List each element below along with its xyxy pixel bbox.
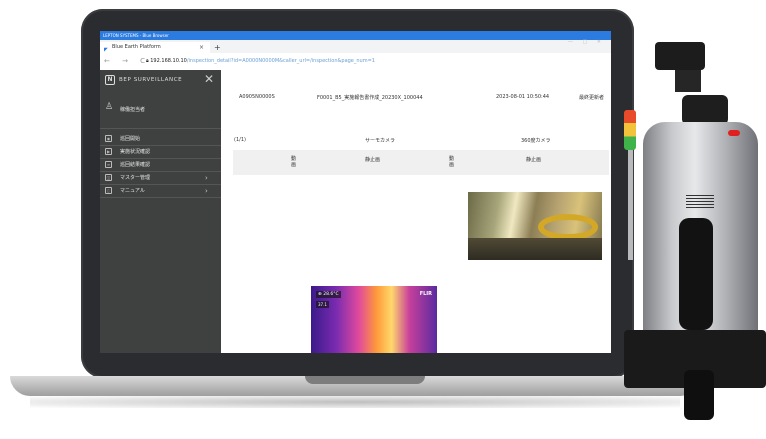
robot-camera-housing — [655, 42, 705, 70]
browser-title-bar: LEPTON SYSTEMS - Blue Browser — [100, 31, 611, 40]
record-id: A0905N0000S — [239, 94, 275, 100]
robot-front-panel — [679, 218, 713, 330]
robot-emergency-button — [728, 130, 740, 136]
thermal-temp-secondary: 37.1 — [316, 301, 329, 308]
database-icon: ◫ — [105, 174, 112, 181]
robot-camera-lens — [682, 95, 728, 125]
screen-icon: ▶ — [105, 148, 112, 155]
book-icon: ▯ — [105, 187, 112, 194]
sidebar-item-result-check[interactable]: ≡ 巡回結果確認 — [100, 159, 221, 172]
inspection-robot — [616, 40, 766, 439]
record-name: F0001_B5_実施報告書作成_20230X_100044 — [317, 95, 423, 101]
browser-tab[interactable]: ◤ Blue Earth Platform × — [100, 42, 210, 53]
nav-buttons[interactable]: ← → C — [104, 57, 150, 65]
camera-360-still-label: 静止画 — [526, 157, 542, 163]
browser-tab-bar: ◤ Blue Earth Platform × + — □ ✕ — [100, 39, 611, 53]
user-icon: ♙ — [105, 102, 114, 112]
logo-text: BEP SURVEILLANCE — [119, 77, 183, 83]
robot-vent — [686, 195, 714, 209]
url-field[interactable]: 🔒︎ 192.168.10.10/inspection_detail?id=A0… — [146, 58, 375, 64]
url-path: /inspection_detail?id=A0000N0000M&caller… — [186, 58, 375, 64]
sidebar-item-patrol-start[interactable]: ◉ 巡回開始 — [100, 133, 221, 146]
chevron-right-icon: › — [205, 174, 208, 182]
thermal-temp-readout: ⊕ 28.6°C — [316, 291, 341, 298]
camera-360-video-label: 動画 — [449, 156, 455, 168]
browser-title-text: LEPTON SYSTEMS - Blue Browser — [103, 33, 169, 38]
main-content: A0905N0000S F0001_B5_実施報告書作成_20230X_1000… — [221, 70, 611, 353]
sidebar-logo: N BEP SURVEILLANCE ✕ — [100, 70, 221, 91]
chevron-right-icon: › — [205, 187, 208, 195]
camera-360-header: 360度カメラ — [521, 138, 551, 144]
sidebar: N BEP SURVEILLANCE ✕ ♙ 稼働担当者 ◉ 巡回開始 ▶ 実施… — [100, 70, 221, 353]
laptop-notch — [305, 376, 425, 384]
window-controls[interactable]: — □ ✕ — [568, 39, 605, 45]
camera-icon: ◉ — [105, 135, 112, 142]
sidebar-item-master[interactable]: ◫ マスター管理 › — [100, 172, 221, 185]
app-area: N BEP SURVEILLANCE ✕ ♙ 稼働担当者 ◉ 巡回開始 ▶ 実施… — [100, 70, 611, 353]
logo-icon: N — [105, 75, 115, 85]
robot-camera-mount — [675, 70, 701, 92]
list-icon: ≡ — [105, 161, 112, 168]
url-host: 192.168.10.10 — [150, 58, 187, 64]
close-sidebar-icon[interactable]: ✕ — [204, 72, 214, 86]
laptop-screen: LEPTON SYSTEMS - Blue Browser ◤ Blue Ear… — [100, 31, 611, 353]
laptop-shadow — [30, 396, 680, 408]
user-name: 稼働担当者 — [120, 107, 146, 113]
section-label: (1/1) — [234, 137, 246, 143]
sidebar-item-label: 巡回結果確認 — [120, 162, 151, 168]
sidebar-item-label: 実施状況確認 — [120, 149, 151, 155]
robot-signal-lamp — [624, 110, 636, 150]
record-extra: 最終更新者 — [579, 95, 605, 101]
record-time: 2023-08-01 10:50:44 — [496, 94, 550, 100]
sidebar-item-status-check[interactable]: ▶ 実施状況確認 — [100, 146, 221, 159]
media-header-band — [233, 150, 609, 175]
sidebar-item-label: 巡回開始 — [120, 136, 141, 142]
sidebar-item-label: マスター管理 — [120, 175, 151, 181]
sidebar-item-label: マニュアル — [120, 188, 145, 194]
robot-signal-mast — [628, 150, 633, 260]
thermo-camera-header: サーモカメラ — [365, 138, 396, 144]
thermal-still-image[interactable]: ⊕ 28.6°C 37.1 FLIR — [311, 286, 437, 353]
robot-wheel — [684, 370, 714, 420]
new-tab-button[interactable]: + — [214, 42, 221, 53]
tab-title: Blue Earth Platform — [112, 44, 161, 50]
sidebar-item-manual[interactable]: ▯ マニュアル › — [100, 185, 221, 198]
user-panel[interactable]: ♙ 稼働担当者 — [100, 91, 221, 129]
thermo-video-label: 動画 — [291, 156, 297, 168]
camera-360-still-image[interactable] — [468, 192, 602, 260]
tab-close-icon[interactable]: × — [199, 42, 204, 53]
flir-logo: FLIR — [419, 291, 432, 297]
thermo-still-label: 静止画 — [365, 157, 381, 163]
address-bar: ← → C 🔒︎ 192.168.10.10/inspection_detail… — [100, 53, 611, 71]
